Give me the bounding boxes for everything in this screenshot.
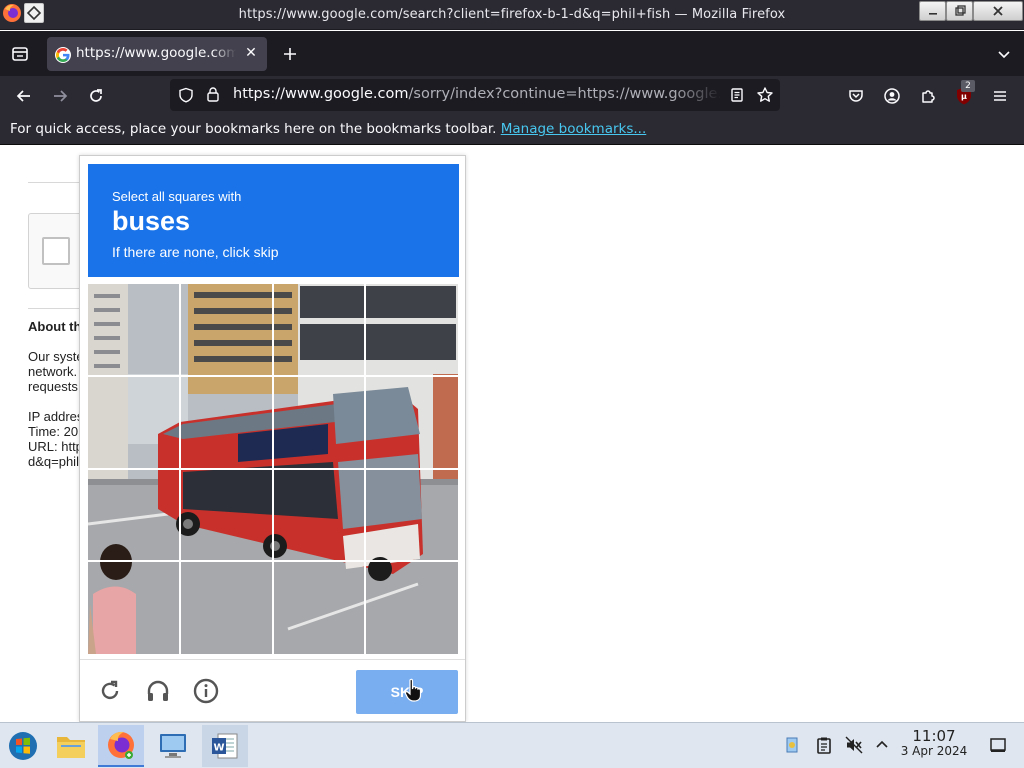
url-host: https://www.google.com	[233, 86, 409, 102]
about-heading: About th	[28, 319, 82, 334]
ip-address-line: IP addres	[28, 409, 84, 424]
list-all-tabs-icon[interactable]	[993, 43, 1015, 65]
remote-desktop-icon[interactable]	[150, 725, 196, 767]
extension-badge-count: 2	[961, 80, 975, 92]
firefox-taskbar-icon[interactable]	[98, 725, 144, 767]
window-title: https://www.google.com/search?client=fir…	[238, 7, 786, 22]
back-icon[interactable]	[13, 85, 35, 107]
padlock-icon[interactable]	[205, 86, 221, 107]
tracking-protection-shield-icon[interactable]	[178, 87, 194, 107]
bookmarks-hint-text: For quick access, place your bookmarks h…	[10, 121, 501, 137]
about-line: requests	[28, 379, 78, 394]
about-line: Our syste	[28, 349, 84, 364]
taskbar: W 11:07 3 Apr 2024	[0, 722, 1024, 768]
svg-text:μ: μ	[961, 92, 967, 101]
google-favicon	[55, 47, 71, 63]
challenge-header: Select all squares with buses If there a…	[88, 164, 459, 277]
volume-muted-icon[interactable]	[844, 735, 864, 755]
firefox-view-icon[interactable]	[9, 43, 31, 65]
show-hidden-icons-icon[interactable]	[872, 735, 892, 755]
grid-tile[interactable]	[366, 284, 459, 377]
recaptcha-checkbox[interactable]	[42, 237, 70, 265]
url-line-cont: d&q=phil	[28, 454, 79, 469]
challenge-footer: SKIP	[80, 659, 465, 722]
recaptcha-challenge-popup: Select all squares with buses If there a…	[79, 155, 466, 722]
grid-tile[interactable]	[181, 377, 274, 470]
tab-strip: https://www.google.com/sorry/index?conti…	[0, 31, 1024, 76]
bookmark-star-icon[interactable]	[756, 86, 774, 108]
network-tray-icon[interactable]	[782, 735, 802, 755]
grid-tile[interactable]	[273, 377, 366, 470]
pocket-icon[interactable]	[845, 85, 867, 107]
clock-date: 3 Apr 2024	[900, 744, 968, 758]
bookmarks-hint: For quick access, place your bookmarks h…	[10, 121, 646, 137]
new-tab-icon[interactable]	[279, 43, 301, 65]
url-line: URL: http	[28, 439, 83, 454]
grid-tile[interactable]	[366, 377, 459, 470]
challenge-hint: If there are none, click skip	[112, 244, 279, 260]
grid-tile[interactable]	[88, 284, 181, 377]
tab-label: https://www.google.com/sorry/index?conti…	[76, 45, 236, 61]
grid-tile[interactable]	[273, 284, 366, 377]
app-menu-icon[interactable]	[989, 85, 1011, 107]
grid-tile[interactable]	[88, 562, 181, 655]
audio-headphones-icon[interactable]	[143, 676, 173, 706]
reader-view-icon[interactable]	[729, 87, 745, 107]
grid-tile[interactable]	[273, 562, 366, 655]
challenge-prompt: Select all squares with	[112, 189, 242, 204]
taskbar-clock[interactable]: 11:07 3 Apr 2024	[894, 727, 974, 758]
show-desktop-icon[interactable]	[988, 735, 1008, 755]
challenge-target: buses	[112, 206, 191, 236]
reload-icon[interactable]	[95, 676, 125, 706]
close-window-button[interactable]	[973, 1, 1023, 21]
grid-tile[interactable]	[181, 562, 274, 655]
maximize-button[interactable]	[946, 1, 973, 21]
grid-tile[interactable]	[181, 469, 274, 562]
clock-time: 11:07	[912, 727, 956, 745]
grid-tile[interactable]	[366, 469, 459, 562]
file-manager-icon[interactable]	[48, 725, 94, 767]
url-bar[interactable]: https://www.google.com/sorry/index?conti…	[170, 79, 780, 111]
grid-tile[interactable]	[88, 377, 181, 470]
about-line: network.	[28, 364, 78, 379]
account-icon[interactable]	[881, 85, 903, 107]
grid-tile[interactable]	[181, 284, 274, 377]
clipboard-tray-icon[interactable]	[814, 735, 834, 755]
manage-bookmarks-link[interactable]: Manage bookmarks...	[501, 121, 647, 137]
tab-close-icon[interactable]: ✕	[243, 45, 259, 61]
navigation-toolbar: https://www.google.com/sorry/index?conti…	[0, 76, 1024, 115]
info-icon[interactable]	[191, 676, 221, 706]
extensions-icon[interactable]	[917, 85, 939, 107]
mouse-cursor-hand-icon	[404, 678, 424, 706]
bookmarks-toolbar: For quick access, place your bookmarks h…	[0, 115, 1024, 145]
minimize-button[interactable]	[919, 1, 946, 21]
grid-tile[interactable]	[366, 562, 459, 655]
grid-tile[interactable]	[273, 469, 366, 562]
window-titlebar: https://www.google.com/search?client=fir…	[0, 0, 1024, 30]
url-text[interactable]: https://www.google.com/sorry/index?conti…	[233, 86, 721, 102]
tab-google-sorry[interactable]: https://www.google.com/sorry/index?conti…	[47, 37, 267, 71]
time-line: Time: 20	[28, 424, 79, 439]
reload-page-icon[interactable]	[85, 85, 107, 107]
forward-icon[interactable]	[49, 85, 71, 107]
svg-text:W: W	[213, 743, 224, 754]
word-taskbar-icon[interactable]: W	[202, 725, 248, 767]
grid-tile[interactable]	[88, 469, 181, 562]
challenge-image-grid	[88, 284, 458, 654]
start-button[interactable]	[0, 725, 46, 767]
url-path: /sorry/index?continue=https://www.google…	[408, 86, 721, 102]
